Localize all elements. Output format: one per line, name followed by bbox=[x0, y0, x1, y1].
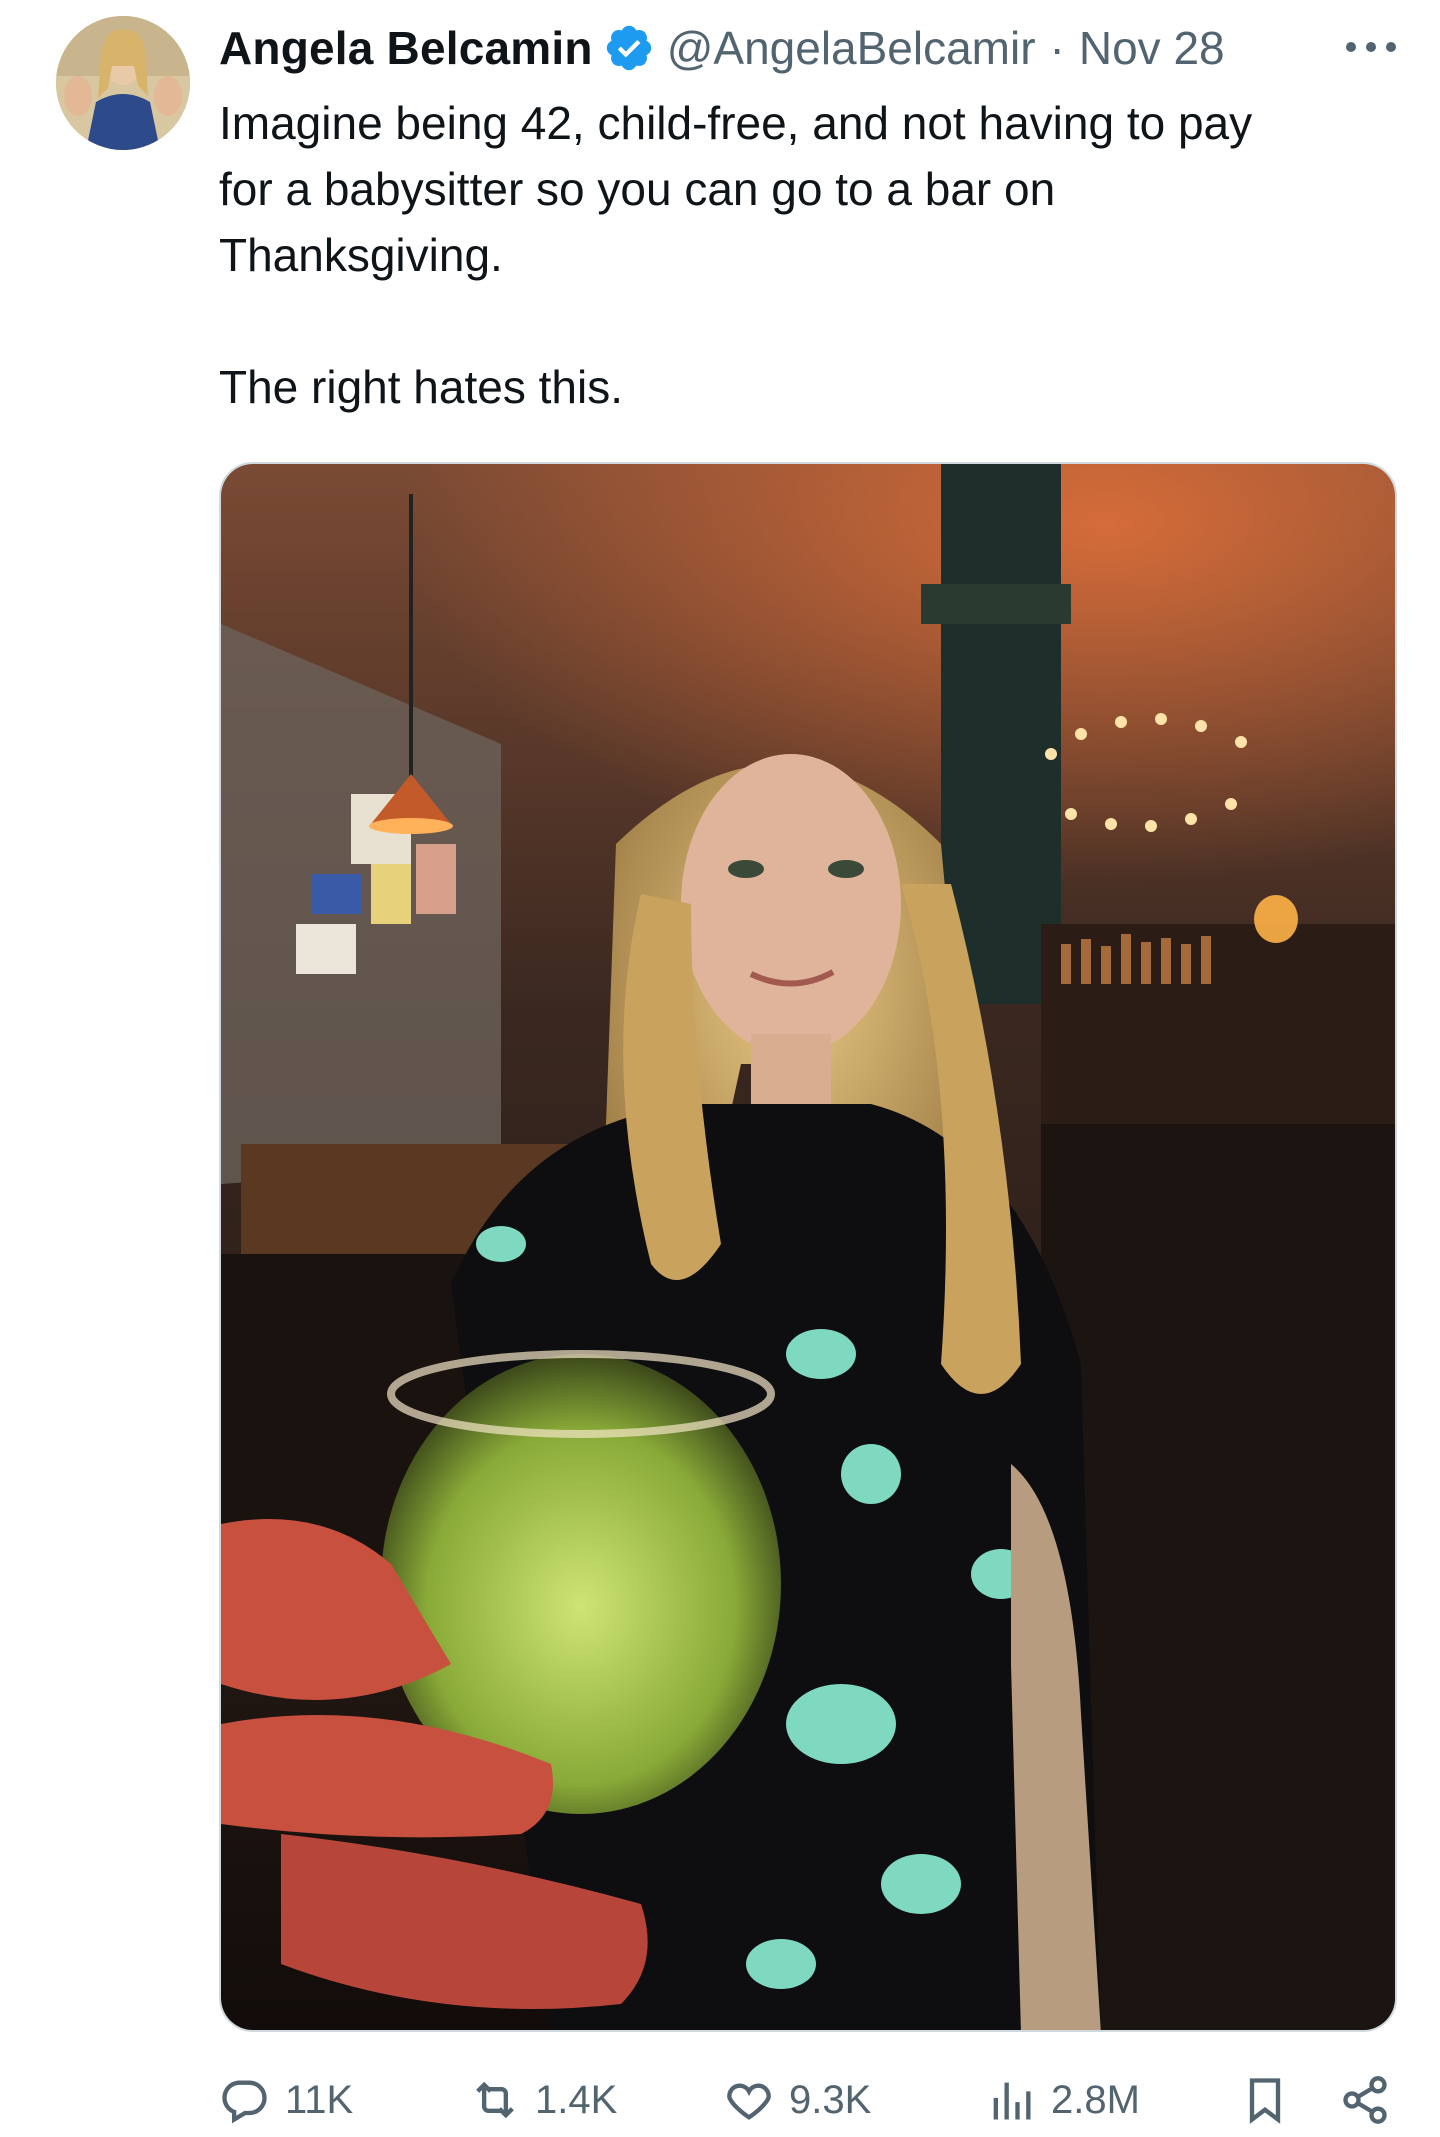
tweet-header: Angela Belcamin @AngelaBelcamir · Nov 28 bbox=[219, 18, 1399, 78]
like-count: 9.3K bbox=[789, 2077, 872, 2122]
tweet-text-line: Imagine being 42, child-free, and not ha… bbox=[219, 97, 1253, 149]
share-icon bbox=[1343, 2076, 1387, 2124]
reply-button[interactable]: 11K bbox=[219, 2068, 353, 2132]
views-button[interactable]: 2.8M bbox=[985, 2068, 1140, 2132]
repost-count: 1.4K bbox=[535, 2077, 618, 2122]
tweet-date[interactable]: Nov 28 bbox=[1079, 21, 1225, 75]
share-button[interactable] bbox=[1339, 2068, 1405, 2132]
repost-button[interactable]: 1.4K bbox=[469, 2068, 617, 2132]
tweet-text-line: for a babysitter so you can go to a bar … bbox=[219, 163, 1056, 215]
tweet-text-line: The right hates this. bbox=[219, 361, 623, 413]
tweet-photo[interactable] bbox=[219, 462, 1397, 2032]
tweet-text: Imagine being 42, child-free, and not ha… bbox=[219, 90, 1389, 420]
bookmark-button[interactable] bbox=[1239, 2068, 1305, 2132]
like-button[interactable]: 9.3K bbox=[723, 2068, 871, 2132]
action-bar: 11K 1.4K 9.3K 2.8M bbox=[219, 2068, 1397, 2132]
repost-icon bbox=[476, 2081, 514, 2119]
display-name[interactable]: Angela Belcamin bbox=[219, 21, 593, 75]
tweet: Angela Belcamin @AngelaBelcamir · Nov 28… bbox=[0, 0, 1440, 2137]
reply-count: 11K bbox=[285, 2077, 354, 2122]
separator-dot: · bbox=[1049, 22, 1065, 74]
heart-icon bbox=[727, 2083, 771, 2120]
views-count: 2.8M bbox=[1051, 2077, 1140, 2122]
user-handle[interactable]: @AngelaBelcamir bbox=[667, 21, 1036, 75]
verified-badge-icon[interactable] bbox=[603, 22, 655, 74]
views-chart-icon bbox=[993, 2082, 1031, 2120]
reply-icon bbox=[222, 2080, 267, 2124]
tweet-text-line: Thanksgiving. bbox=[219, 229, 503, 281]
more-dots-icon[interactable] bbox=[1343, 32, 1399, 62]
avatar[interactable] bbox=[56, 16, 190, 150]
bookmark-icon bbox=[1249, 2078, 1281, 2124]
